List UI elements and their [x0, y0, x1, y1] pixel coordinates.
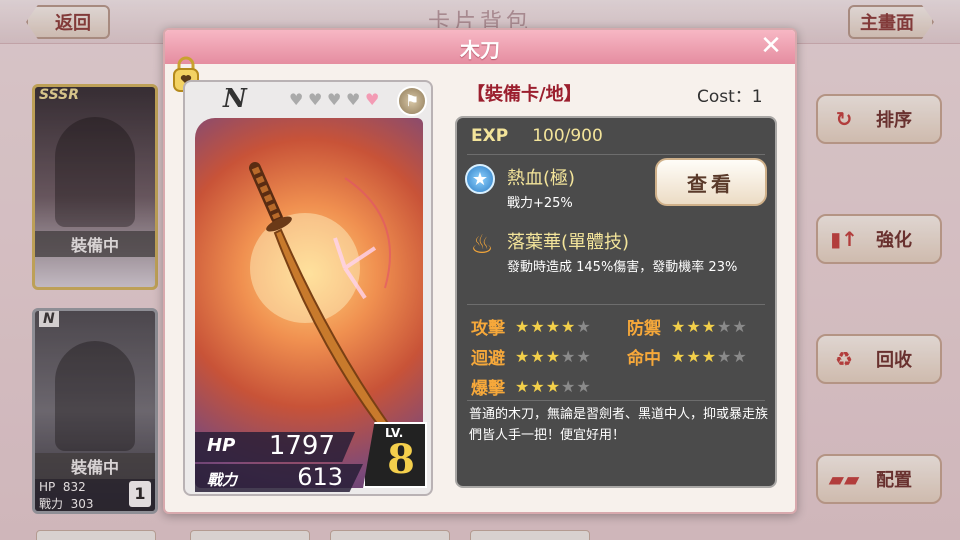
close-icon[interactable]: ✕ — [757, 32, 785, 60]
star-icon: ★ — [545, 346, 561, 366]
star-icon: ★ — [576, 316, 591, 336]
active-skill-desc: 發動時造成 145%傷害，發動機率 23% — [507, 260, 738, 275]
star-icon: ★ — [530, 346, 545, 366]
affection-hearts: ♥ ♥ ♥ ♥ ♥ — [289, 91, 382, 108]
star-icon: ★ — [545, 316, 561, 336]
attribute-name: 命中 — [627, 349, 661, 369]
heart-icon: ♥ — [289, 90, 304, 109]
star-icon: ★ — [732, 316, 747, 336]
hp-label: HP — [207, 435, 236, 456]
fire-skill-icon: ♨ — [470, 230, 494, 260]
exp-value: 100/900 — [532, 126, 603, 146]
card-info-panel: EXP 100/900 ★ 熱血(極) 戰力+25% 查看 ♨ 落葉華(單體技) … — [455, 116, 777, 488]
attribute-name: 攻擊 — [471, 319, 505, 339]
power-value: 613 — [297, 463, 343, 491]
attribute-defense: 防禦 ★ ★ ★ ★ ★ — [627, 314, 747, 339]
star-icon: ★ — [545, 376, 561, 396]
attribute-stars: ★ ★ ★ ★ ★ — [671, 346, 747, 366]
cost-label: Cost：1 — [697, 87, 763, 107]
power-label: 戰力 — [207, 471, 238, 489]
exp-row: EXP 100/900 — [471, 126, 603, 146]
star-icon: ★ — [561, 376, 576, 396]
active-skill-name: 落葉華(單體技) — [507, 232, 630, 253]
star-icon: ★ — [686, 346, 701, 366]
passive-skill-name: 熱血(極) — [507, 168, 576, 189]
star-icon: ★ — [515, 376, 530, 396]
card-rank: N — [223, 84, 247, 114]
attribute-stars: ★ ★ ★ ★ ★ — [515, 346, 591, 366]
star-icon: ★ — [530, 376, 545, 396]
attribute-name: 爆擊 — [471, 379, 505, 399]
level-value: 8 — [387, 436, 415, 483]
attribute-name: 防禦 — [627, 319, 661, 339]
view-button[interactable]: 查看 — [655, 158, 767, 206]
star-icon: ★ — [561, 316, 576, 336]
star-icon: ★ — [576, 346, 591, 366]
attribute-stars: ★ ★ ★ ★ ★ — [671, 316, 747, 336]
heart-icon: ♥ — [365, 90, 380, 109]
card-detail-dialog: 木刀 ✕ N ♥ ♥ ♥ ♥ ♥ ⚑ HP 1797 戰力 613 LV. 8 … — [163, 28, 797, 514]
passive-skill-desc: 戰力+25% — [507, 196, 573, 211]
attribute-evasion: 迴避 ★ ★ ★ ★ ★ — [471, 344, 591, 369]
star-icon: ★ — [561, 346, 576, 366]
star-icon: ★ — [515, 316, 530, 336]
divider — [467, 304, 765, 305]
attribute-stars: ★ ★ ★ ★ ★ — [515, 376, 591, 396]
element-icon: ⚑ — [397, 86, 427, 116]
divider — [467, 400, 765, 401]
attribute-name: 迴避 — [471, 349, 505, 369]
card-description: 普通的木刀，無論是習劍者、黑道中人，抑或暴走族們皆人手一把！便宜好用！ — [469, 407, 769, 443]
star-icon: ★ — [717, 316, 732, 336]
hp-value: 1797 — [268, 431, 335, 461]
attribute-accuracy: 命中 ★ ★ ★ ★ ★ — [627, 344, 747, 369]
heart-icon: ♥ — [327, 90, 342, 109]
star-icon: ★ — [671, 316, 686, 336]
star-icon: ★ — [701, 316, 717, 336]
attribute-stars: ★ ★ ★ ★ ★ — [515, 316, 591, 336]
dialog-header: 木刀 ✕ — [165, 30, 795, 64]
power-stat: 戰力 613 — [195, 464, 363, 492]
star-skill-icon: ★ — [465, 164, 495, 194]
divider — [467, 154, 765, 155]
star-icon: ★ — [686, 316, 701, 336]
heart-icon: ♥ — [308, 90, 323, 109]
star-icon: ★ — [671, 346, 686, 366]
attribute-attack: 攻擊 ★ ★ ★ ★ ★ — [471, 314, 591, 339]
attribute-critical: 爆擊 ★ ★ ★ ★ ★ — [471, 374, 591, 399]
star-icon: ★ — [732, 346, 747, 366]
star-icon: ★ — [701, 346, 717, 366]
item-card: N ♥ ♥ ♥ ♥ ♥ ⚑ HP 1797 戰力 613 LV. 8 — [183, 80, 433, 496]
star-icon: ★ — [515, 346, 530, 366]
dialog-title: 木刀 — [460, 38, 500, 62]
star-icon: ★ — [717, 346, 732, 366]
exp-label: EXP — [471, 126, 509, 146]
star-icon: ★ — [576, 376, 591, 396]
star-icon: ★ — [530, 316, 545, 336]
hp-stat: HP 1797 — [195, 432, 355, 462]
card-type-label: 【裝備卡/地】 — [467, 84, 582, 105]
heart-icon: ♥ — [346, 90, 361, 109]
